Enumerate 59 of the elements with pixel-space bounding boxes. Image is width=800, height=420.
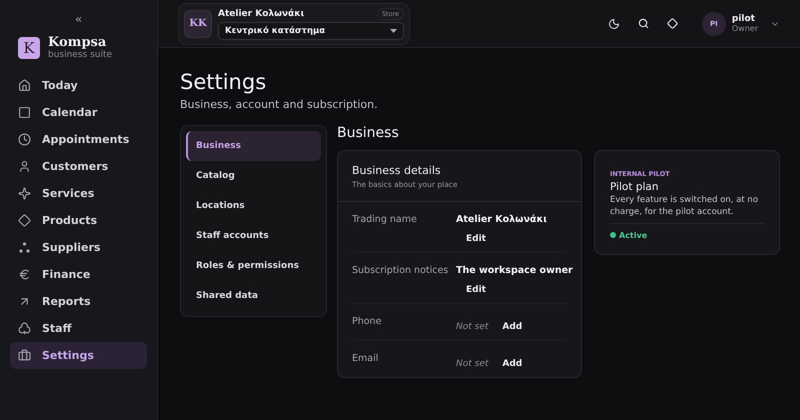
diamond-icon[interactable] <box>666 18 678 29</box>
add-button[interactable]: Add <box>502 322 522 332</box>
card-title: Business details <box>352 164 442 177</box>
square-icon <box>18 106 31 120</box>
edit-button[interactable]: Edit <box>466 285 486 295</box>
brand-name: Kompsa <box>48 36 108 50</box>
caret-icon <box>390 28 397 32</box>
location-select[interactable]: Κεντρικό κατάστημα <box>218 22 404 40</box>
field-value: Not set <box>456 322 488 332</box>
settings-nav-item[interactable]: Catalog <box>186 161 321 191</box>
sidebar-nav-item[interactable]: Reports <box>10 288 147 316</box>
search-icon[interactable] <box>638 18 649 29</box>
settings-nav-item[interactable]: Locations <box>186 191 321 221</box>
diamond-icon <box>18 214 31 228</box>
sidebar-nav-item[interactable]: Today <box>10 72 147 100</box>
briefcase-icon <box>18 349 31 362</box>
brand-tagline: business suite <box>48 50 112 60</box>
plan-description: Every feature is switched on, at no charge, for the pilot account. <box>610 194 764 224</box>
sidebar-nav-item[interactable]: Suppliers <box>10 234 147 262</box>
three-dots-icon <box>18 241 31 254</box>
store-avatar: KK <box>184 10 212 38</box>
house-icon <box>18 79 31 92</box>
sidebar-nav-item[interactable]: Settings <box>10 342 147 370</box>
plan-title: Pilot plan <box>610 181 660 193</box>
settings-nav-item[interactable]: Shared data <box>186 281 321 311</box>
sidebar-nav-item[interactable]: Staff <box>10 315 147 342</box>
brand-logo: K <box>18 37 40 60</box>
field-value: Not set <box>456 359 488 369</box>
field-label: Email <box>352 353 380 366</box>
settings-nav-item[interactable]: Business <box>186 131 321 161</box>
collapse-sidebar-button[interactable]: « <box>70 12 86 26</box>
add-button[interactable]: Add <box>502 359 522 369</box>
sidebar-nav-item[interactable]: Appointments <box>10 126 147 154</box>
field-label: Phone <box>352 316 382 329</box>
moon-icon[interactable] <box>608 18 620 30</box>
sidebar-nav-item[interactable]: Services <box>10 180 147 208</box>
field-value: Atelier Κολωνάκι <box>456 214 547 225</box>
euro-icon <box>18 268 31 282</box>
section-title: Business <box>337 125 400 141</box>
user-role: Owner <box>732 24 758 33</box>
person-icon <box>18 160 31 174</box>
page-subtitle: Business, account and subscription. <box>180 98 379 111</box>
user-name: pilot <box>732 14 756 24</box>
field-value: The workspace owner <box>456 265 573 276</box>
page-title: Settings <box>180 70 268 94</box>
edit-button[interactable]: Edit <box>466 234 486 244</box>
sidebar-nav-item[interactable]: Calendar <box>10 99 147 126</box>
settings-nav-item[interactable]: Roles & permissions <box>186 251 321 281</box>
sidebar-nav-item[interactable]: Customers <box>10 153 147 180</box>
club-icon <box>18 322 31 336</box>
field-label: Trading name <box>352 214 418 227</box>
settings-nav-item[interactable]: Staff accounts <box>186 221 321 251</box>
status-label: Active <box>619 230 648 240</box>
clock-icon <box>18 133 31 146</box>
field-label: Subscription notices <box>352 265 450 278</box>
store-name: Atelier Κολωνάκι <box>218 8 304 18</box>
sidebar-nav-item[interactable]: Finance <box>10 261 147 288</box>
sparkle-icon <box>18 187 31 200</box>
sidebar-nav-item[interactable]: Products <box>10 207 147 234</box>
